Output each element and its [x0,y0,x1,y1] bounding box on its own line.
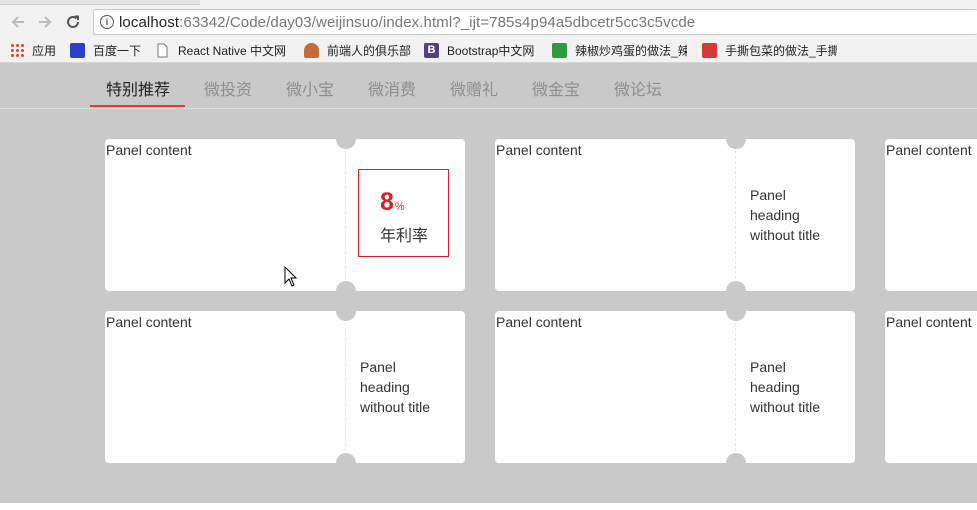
bookmark-apps[interactable]: 应用 [10,41,56,59]
panel-heading-line: heading [360,379,410,395]
address-bar[interactable]: i localhost:63342/Code/day03/weijinsuo/i… [93,9,977,35]
bookmark-bootstrap[interactable]: B Bootstrap中文网 [424,41,534,59]
apps-grid-icon [10,43,24,57]
url-text[interactable]: localhost:63342/Code/day03/weijinsuo/ind… [119,14,695,31]
panel-notch [726,453,746,473]
arrow-left-icon [11,16,24,28]
recipe-icon [552,42,567,58]
panel-heading-line: without title [360,399,431,415]
panel-content: Panel content [886,142,972,158]
panel-notch [726,301,746,321]
panel-notch [726,129,746,149]
recipe-red-icon [702,42,717,58]
product-panel[interactable]: Panel content Panel heading without titl… [495,129,855,301]
tab-micro-gift[interactable]: 微赠礼 [450,76,498,100]
bookmark-label: Bootstrap中文网 [447,43,535,58]
mouse-cursor-icon [284,266,298,287]
panel-heading: Panel heading without title [750,357,835,417]
product-panel[interactable]: Panel content [885,139,977,291]
panel-divider [345,323,346,451]
browser-toolbar: i localhost:63342/Code/day03/weijinsuo/i… [0,6,977,38]
panel-divider [345,151,346,279]
panel-notch [336,129,356,149]
rate-number: 8 [380,188,394,216]
bookmark-baidu[interactable]: 百度一下 [70,41,141,59]
rate-label: 年利率 [380,228,429,245]
bookmark-frontend-club[interactable]: 前端人的俱乐部 [304,41,411,59]
product-panel[interactable]: Panel content Panel heading without titl… [105,301,465,473]
tab-special-recommend[interactable]: 特别推荐 [106,76,170,100]
back-button[interactable] [6,10,30,34]
panel-heading-line: heading [750,207,800,223]
product-tabs: 特别推荐 微投资 微小宝 微消费 微赠礼 微金宝 微论坛 [0,63,977,109]
product-panel[interactable]: Panel content [885,311,977,463]
forward-button[interactable] [33,10,57,34]
bookmark-react-native[interactable]: React Native 中文网 [155,41,286,59]
bookmark-label: 应用 [32,43,57,58]
bookmark-label: 前端人的俱乐部 [327,43,412,58]
active-tab-underline [90,105,185,107]
panel-heading-line: Panel [750,187,786,203]
page-footer-strip [0,503,977,510]
product-panel[interactable]: Panel content Panel heading without titl… [495,301,855,473]
panel-divider [735,151,736,279]
bootstrap-icon: B [424,42,439,58]
bookmark-label: 辣椒炒鸡蛋的做法_辣 [575,43,687,58]
tab-micro-invest[interactable]: 微投资 [204,76,252,100]
panel-heading-line: without title [750,399,821,415]
panel-content: Panel content [496,314,582,330]
active-tab-edge[interactable] [0,0,200,5]
bookmark-label: 百度一下 [93,43,142,58]
rate-value: 8% [380,188,405,217]
panel-heading-line: Panel [750,359,786,375]
tab-micro-consume[interactable]: 微消费 [368,76,416,100]
panel-heading-line: without title [750,227,821,243]
panel-notch [336,301,356,321]
reload-button[interactable] [61,10,85,34]
url-path: :63342/Code/day03/weijinsuo/index.html?_… [179,14,696,31]
panel-content: Panel content [496,142,582,158]
tab-micro-gold[interactable]: 微金宝 [532,76,580,100]
panel-content: Panel content [886,314,972,330]
reload-icon [67,15,79,28]
bookmark-label: React Native 中文网 [178,43,287,58]
panel-content: Panel content [106,314,192,330]
panel-heading-line: Panel [360,359,396,375]
tab-micro-forum[interactable]: 微论坛 [614,76,662,100]
panel-divider [735,323,736,451]
bookmarks-bar: 应用 百度一下 React Native 中文网 前端人的俱乐部 B Boots… [0,38,977,63]
panel-heading: Panel heading without title [750,185,835,245]
baidu-paw-icon [70,42,85,58]
url-host: localhost [119,14,180,31]
panel-heading-line: heading [750,379,800,395]
page-icon [157,43,168,57]
arrow-right-icon [39,16,52,28]
annual-rate-box: 8% 年利率 [358,169,449,257]
rate-unit: % [394,201,405,213]
bookmark-recipe-cabbage[interactable]: 手撕包菜的做法_手撕 [702,41,837,59]
tab-micro-treasure[interactable]: 微小宝 [286,76,334,100]
person-icon [304,42,319,58]
panel-notch [336,453,356,473]
info-icon[interactable]: i [100,15,114,29]
panel-notch [726,281,746,301]
bookmark-label: 手撕包菜的做法_手撕 [725,43,837,58]
panel-content: Panel content [106,142,192,158]
panel-notch [336,281,356,301]
panel-heading: Panel heading without title [360,357,445,417]
bookmark-recipe-egg[interactable]: 辣椒炒鸡蛋的做法_辣 [552,41,687,59]
